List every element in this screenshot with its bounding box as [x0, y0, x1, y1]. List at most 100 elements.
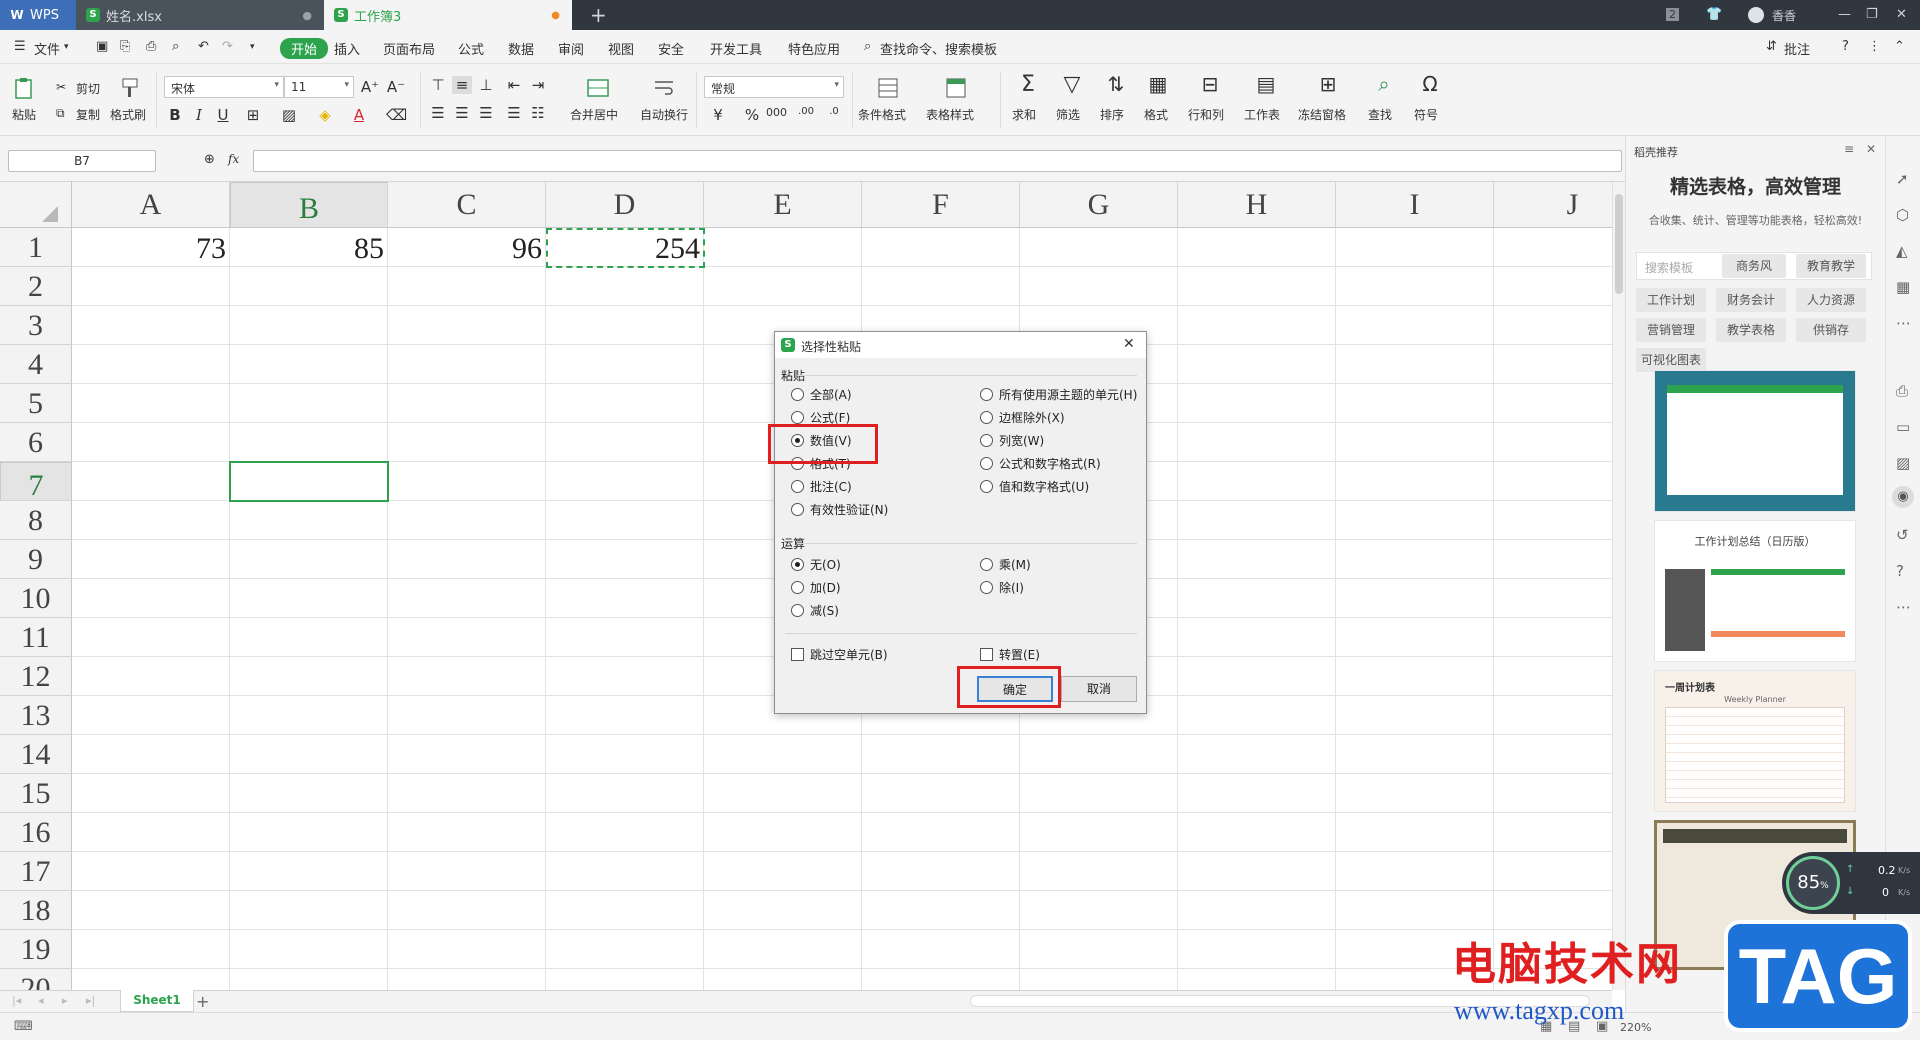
row-header-14[interactable]: 14	[0, 735, 72, 774]
column-header-g[interactable]: G	[1020, 182, 1178, 228]
column-header-e[interactable]: E	[704, 182, 862, 228]
row-header-4[interactable]: 4	[0, 345, 72, 384]
find-icon[interactable]: ⌕	[1374, 72, 1394, 96]
zoom-formula-icon[interactable]: ⊕	[204, 152, 215, 167]
row-header-17[interactable]: 17	[0, 852, 72, 891]
worksheet-button[interactable]: 工作表	[1244, 106, 1280, 123]
underline-icon[interactable]: U	[213, 106, 233, 124]
tab-special[interactable]: 特色应用	[788, 39, 840, 58]
tab-start[interactable]: 开始	[280, 38, 329, 59]
active-cell-b7[interactable]	[229, 461, 389, 502]
new-tab-button[interactable]: +	[590, 3, 607, 27]
table-icon[interactable]: ▦	[1896, 278, 1910, 296]
paste-option-source-theme[interactable]: 所有使用源主题的单元(H)	[980, 386, 1137, 403]
wrap-text-icon[interactable]	[652, 76, 676, 100]
close-dialog-icon[interactable]: ✕	[1123, 336, 1135, 352]
paste-option-comments[interactable]: 批注(C)	[791, 478, 852, 495]
wps-home-tab[interactable]: W WPS	[0, 0, 76, 30]
quick-access-dropdown-icon[interactable]: ▾	[250, 42, 255, 52]
paste-option-formulas-numbers[interactable]: 公式和数字格式(R)	[980, 455, 1101, 472]
tab-formulas[interactable]: 公式	[458, 39, 484, 58]
find-button[interactable]: 查找	[1368, 106, 1392, 123]
row-header-20[interactable]: 20	[0, 969, 72, 990]
last-sheet-icon[interactable]: ▸|	[86, 994, 95, 1007]
tab-review[interactable]: 审阅	[558, 39, 584, 58]
column-header-j[interactable]: J	[1494, 182, 1612, 228]
tab-view[interactable]: 视图	[608, 39, 634, 58]
scrollbar-thumb[interactable]	[1615, 194, 1623, 294]
percent-icon[interactable]: %	[742, 106, 762, 124]
row-header-1[interactable]: 1	[0, 228, 72, 267]
row-header-7[interactable]: 7	[0, 462, 72, 502]
paste-option-values-numbers[interactable]: 值和数字格式(U)	[980, 478, 1089, 495]
italic-icon[interactable]: I	[189, 106, 209, 124]
copy-button[interactable]: 复制	[76, 106, 100, 123]
distribute-icon[interactable]: ☷	[528, 104, 548, 122]
fx-icon[interactable]: fx	[228, 152, 239, 166]
wrap-text-button[interactable]: 自动换行	[640, 106, 688, 123]
paste-icon[interactable]	[12, 76, 36, 100]
document-tab-names[interactable]: S 姓名.xlsx ●	[76, 0, 324, 30]
align-middle-icon[interactable]: ≡	[452, 76, 472, 94]
chip-education[interactable]: 教育教学	[1796, 254, 1866, 278]
image-icon[interactable]: ▨	[1896, 454, 1910, 472]
increase-font-icon[interactable]: A⁺	[360, 78, 380, 96]
history-icon[interactable]: ↺	[1896, 526, 1909, 544]
cell-b1[interactable]: 85	[230, 228, 388, 267]
freeze-icon[interactable]: ⊞	[1318, 72, 1338, 96]
comment-button[interactable]: 批注	[1784, 39, 1810, 58]
row-header-15[interactable]: 15	[0, 774, 72, 813]
skip-blanks-checkbox[interactable]: 跳过空单元(B)	[791, 646, 888, 663]
minimize-icon[interactable]: —	[1838, 7, 1851, 22]
cell-a1[interactable]: 73	[72, 228, 230, 267]
bold-icon[interactable]: B	[165, 106, 185, 124]
justify-icon[interactable]: ☰	[504, 104, 524, 122]
worksheet-icon[interactable]: ▤	[1256, 72, 1276, 96]
select-all-corner[interactable]	[0, 182, 72, 228]
column-header-f[interactable]: F	[862, 182, 1020, 228]
paste-option-column-widths[interactable]: 列宽(W)	[980, 432, 1044, 449]
paste-button[interactable]: 粘贴	[12, 106, 36, 123]
filter-button[interactable]: 筛选	[1056, 106, 1080, 123]
redo-icon[interactable]: ↷	[222, 39, 233, 54]
chip-work-plan[interactable]: 工作计划	[1636, 288, 1706, 312]
column-header-b[interactable]: B	[230, 182, 388, 228]
fill-color-icon[interactable]: ◈	[315, 106, 335, 124]
column-header-i[interactable]: I	[1336, 182, 1494, 228]
conditional-format-button[interactable]: 条件格式	[858, 106, 906, 123]
format-icon[interactable]: ▦	[1148, 72, 1168, 96]
format-painter-icon[interactable]	[118, 76, 142, 100]
transpose-checkbox[interactable]: 转置(E)	[980, 646, 1040, 663]
camera-icon[interactable]: ⎙	[1896, 382, 1908, 400]
align-right-icon[interactable]: ☰	[476, 104, 496, 122]
row-header-8[interactable]: 8	[0, 501, 72, 540]
chip-business[interactable]: 商务风	[1722, 254, 1786, 278]
next-sheet-icon[interactable]: ▸	[62, 994, 68, 1007]
vertical-scrollbar[interactable]	[1612, 182, 1625, 990]
column-header-d[interactable]: D	[546, 182, 704, 228]
merge-center-icon[interactable]	[586, 76, 610, 100]
close-window-icon[interactable]: ✕	[1896, 7, 1907, 22]
chip-marketing[interactable]: 营销管理	[1636, 318, 1706, 342]
indent-decrease-icon[interactable]: ⇤	[504, 76, 524, 94]
font-name-select[interactable]: 宋体 ▾	[164, 76, 284, 98]
cell-c1[interactable]: 96	[388, 228, 546, 267]
thousands-icon[interactable]: 000	[766, 106, 787, 119]
format-button[interactable]: 格式	[1144, 106, 1168, 123]
template-thumbnail-calendar[interactable]: 工作计划总结（日历版）	[1654, 520, 1856, 662]
align-center-icon[interactable]: ☰	[452, 104, 472, 122]
search-icon[interactable]: ⌕	[864, 39, 871, 54]
tab-insert[interactable]: 插入	[334, 39, 360, 58]
save-icon[interactable]: ▣	[96, 39, 108, 54]
symbol-icon[interactable]: Ω	[1420, 72, 1440, 96]
column-header-c[interactable]: C	[388, 182, 546, 228]
copy-icon[interactable]: ⧉	[56, 106, 65, 121]
restore-icon[interactable]: ❐	[1866, 7, 1878, 22]
hamburger-icon[interactable]: ☰	[14, 39, 26, 54]
more-dots-icon[interactable]: ⋯	[1896, 598, 1911, 616]
row-header-5[interactable]: 5	[0, 384, 72, 423]
row-header-18[interactable]: 18	[0, 891, 72, 930]
row-header-6[interactable]: 6	[0, 423, 72, 462]
document-tab-workbook3[interactable]: S 工作簿3 ●	[324, 0, 572, 30]
font-size-select[interactable]: 11 ▾	[284, 76, 354, 98]
